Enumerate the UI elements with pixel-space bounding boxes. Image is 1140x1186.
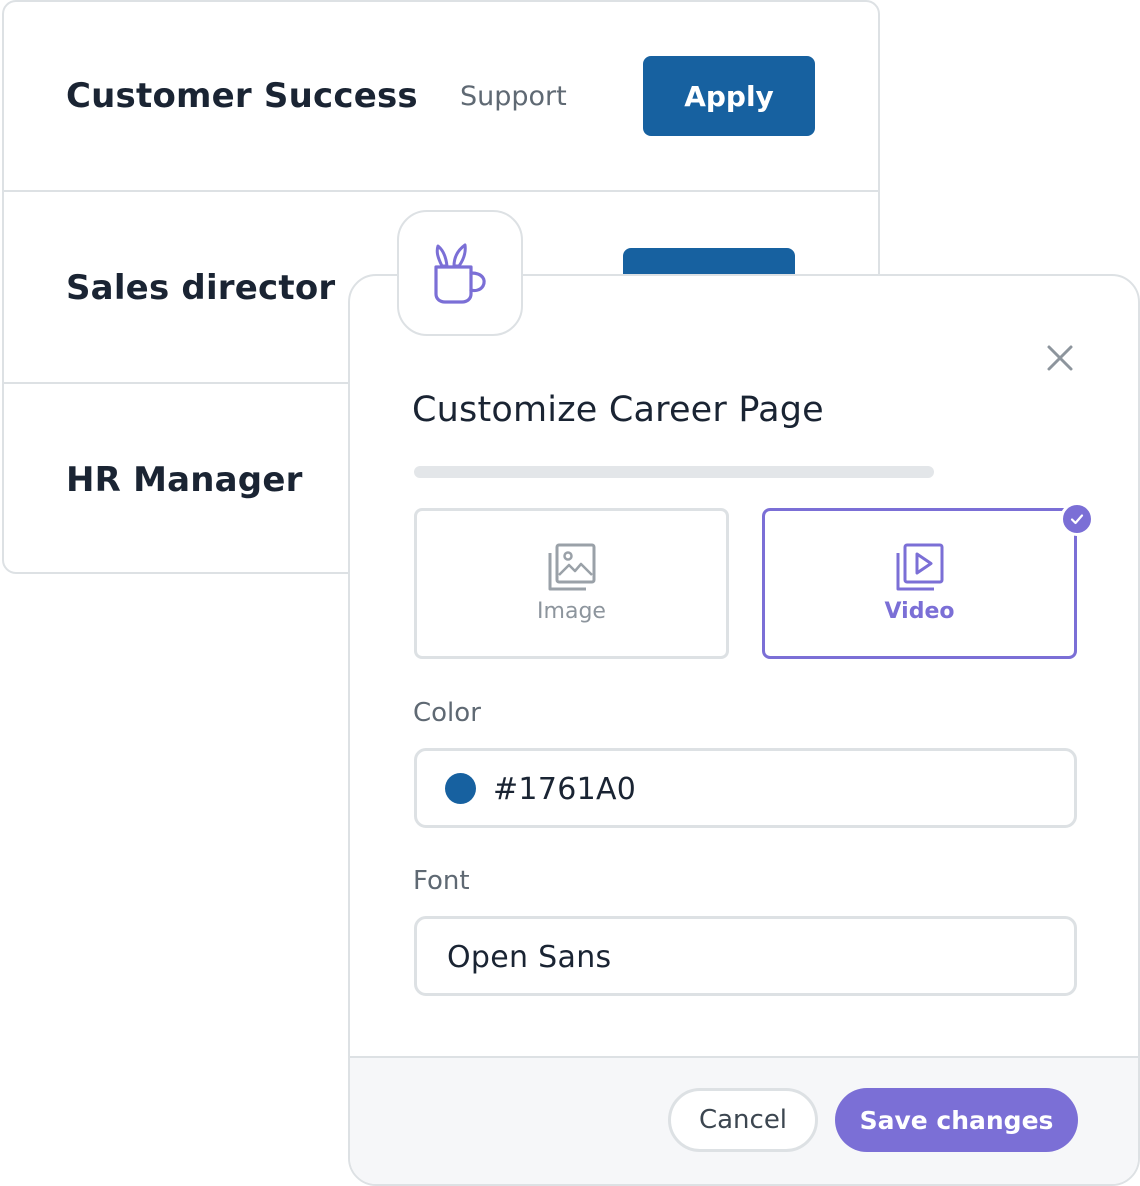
selected-check-icon: [1060, 502, 1094, 536]
font-value: Open Sans: [447, 940, 612, 975]
progress-bar: [414, 466, 934, 478]
close-icon: [1047, 345, 1073, 371]
image-icon: [548, 543, 595, 591]
color-field[interactable]: #1761A0: [414, 748, 1077, 828]
video-icon: [896, 543, 943, 591]
color-label: Color: [413, 698, 481, 728]
media-option-label: Video: [884, 599, 955, 624]
job-row: Customer Success Support Apply: [4, 2, 878, 192]
media-option-video[interactable]: Video: [762, 508, 1077, 659]
job-title: HR Manager: [66, 460, 303, 500]
job-title: Customer Success: [66, 76, 418, 116]
media-option-label: Image: [537, 599, 606, 624]
save-changes-button[interactable]: Save changes: [835, 1088, 1078, 1152]
color-value: #1761A0: [493, 772, 637, 807]
modal-footer: Cancel Save changes: [350, 1056, 1138, 1184]
customize-career-page-modal: Customize Career Page Image Video Color …: [348, 274, 1140, 1186]
cancel-button[interactable]: Cancel: [668, 1088, 818, 1152]
modal-title: Customize Career Page: [412, 390, 824, 430]
app-icon-tile: [397, 210, 523, 336]
apply-button[interactable]: Apply: [643, 56, 815, 136]
font-field[interactable]: Open Sans: [414, 916, 1077, 996]
font-label: Font: [413, 866, 470, 896]
job-department: Support: [460, 81, 567, 112]
close-button[interactable]: [1040, 338, 1080, 378]
color-swatch[interactable]: [445, 773, 476, 804]
media-option-image[interactable]: Image: [414, 508, 729, 659]
job-title: Sales director: [66, 268, 336, 308]
coffee-brush-icon: [434, 243, 486, 304]
